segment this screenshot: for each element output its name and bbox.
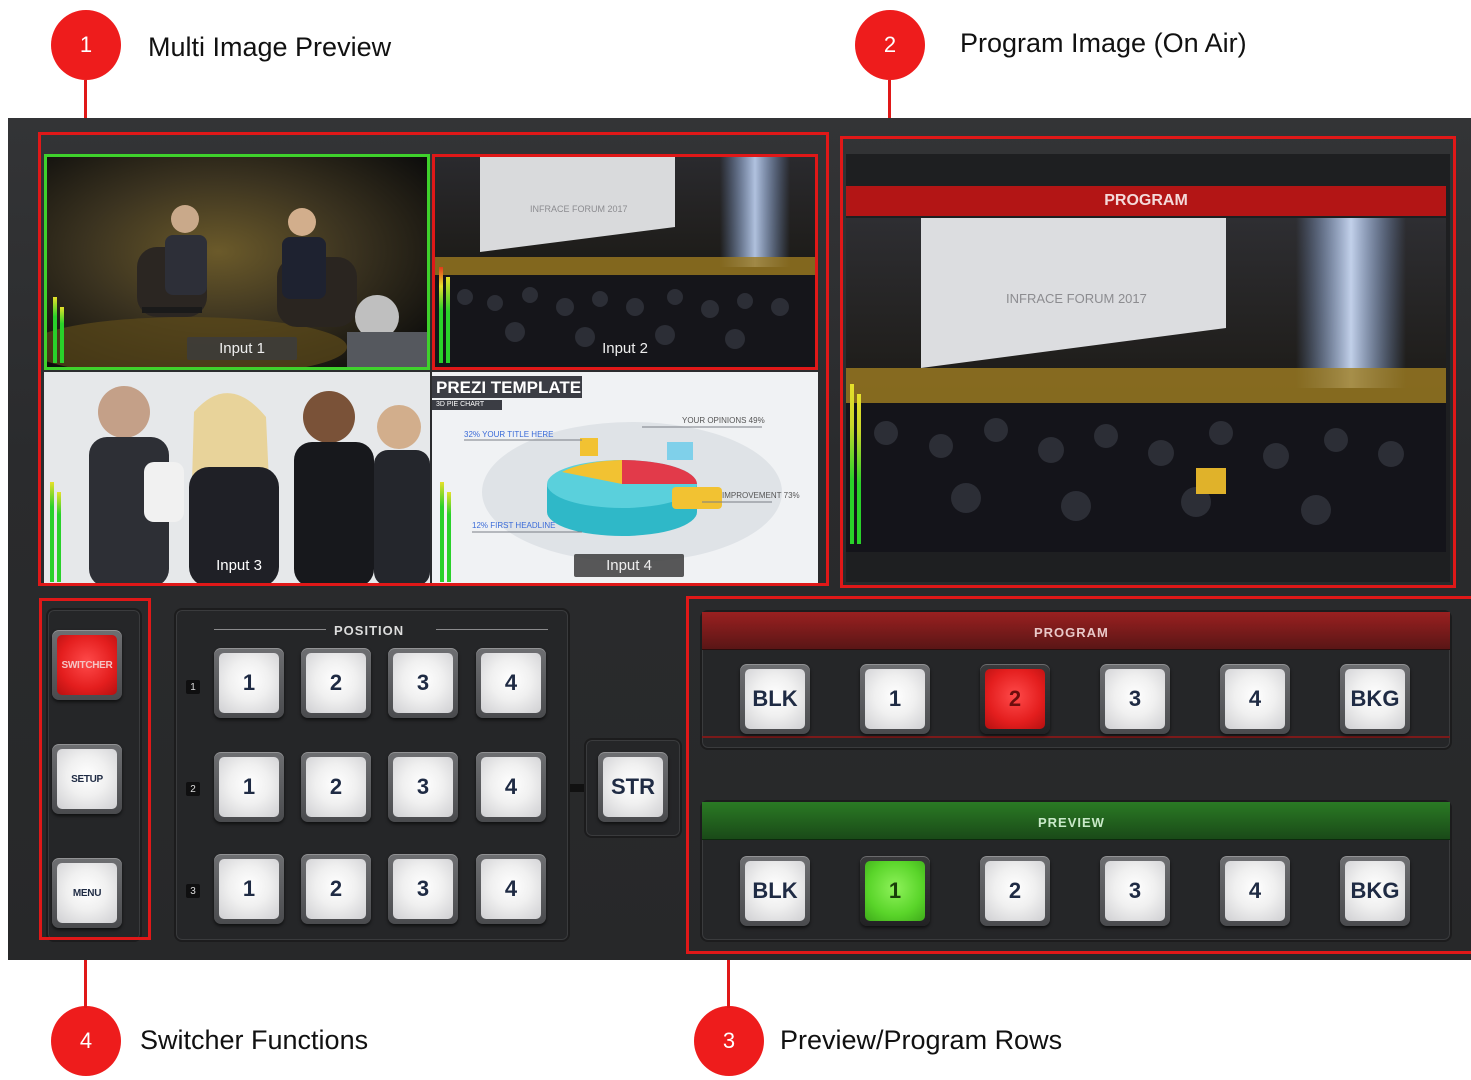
callout-3-badge: 3 [694,1006,764,1076]
position-row-2-key-4[interactable]: 4 [476,752,546,822]
position-row-1-key-2[interactable]: 2 [301,648,371,718]
position-row-2-key-3[interactable]: 3 [388,752,458,822]
position-row-2-key-2[interactable]: 2 [301,752,371,822]
rows-highlight [686,596,1471,954]
position-row-1-key-1[interactable]: 1 [214,648,284,718]
position-title: POSITION [334,623,405,638]
switcher-panel: Input 1 INFRACE FORUM 2017 Input 2 Input… [8,118,1471,960]
position-row-3-key-1[interactable]: 1 [214,854,284,924]
position-row-3-key-3[interactable]: 3 [388,854,458,924]
position-title-line-left [214,629,326,630]
position-row-3-key-2[interactable]: 2 [301,854,371,924]
callout-1-badge: 1 [51,10,121,80]
position-row-1-key-3[interactable]: 3 [388,648,458,718]
callout-3-label: Preview/Program Rows [780,1025,1063,1055]
position-row-1-key-4[interactable]: 4 [476,648,546,718]
position-row-1-index: 1 [186,680,200,694]
callout-4-badge: 4 [51,1006,121,1076]
str-button[interactable]: STR [598,752,668,822]
callout-4-label: Switcher Functions [140,1025,369,1055]
callout-2-label: Program Image (On Air) [960,28,1247,58]
position-row-2-index: 2 [186,782,200,796]
functions-highlight [39,598,151,940]
multiview-highlight [38,132,829,586]
position-row-3-index: 3 [186,884,200,898]
callout-2-badge: 2 [855,10,925,80]
position-row-2-key-1[interactable]: 1 [214,752,284,822]
position-row-3-key-4[interactable]: 4 [476,854,546,924]
program-highlight [840,136,1456,588]
callout-1-label: Multi Image Preview [148,32,392,62]
position-title-line-right [436,629,548,630]
